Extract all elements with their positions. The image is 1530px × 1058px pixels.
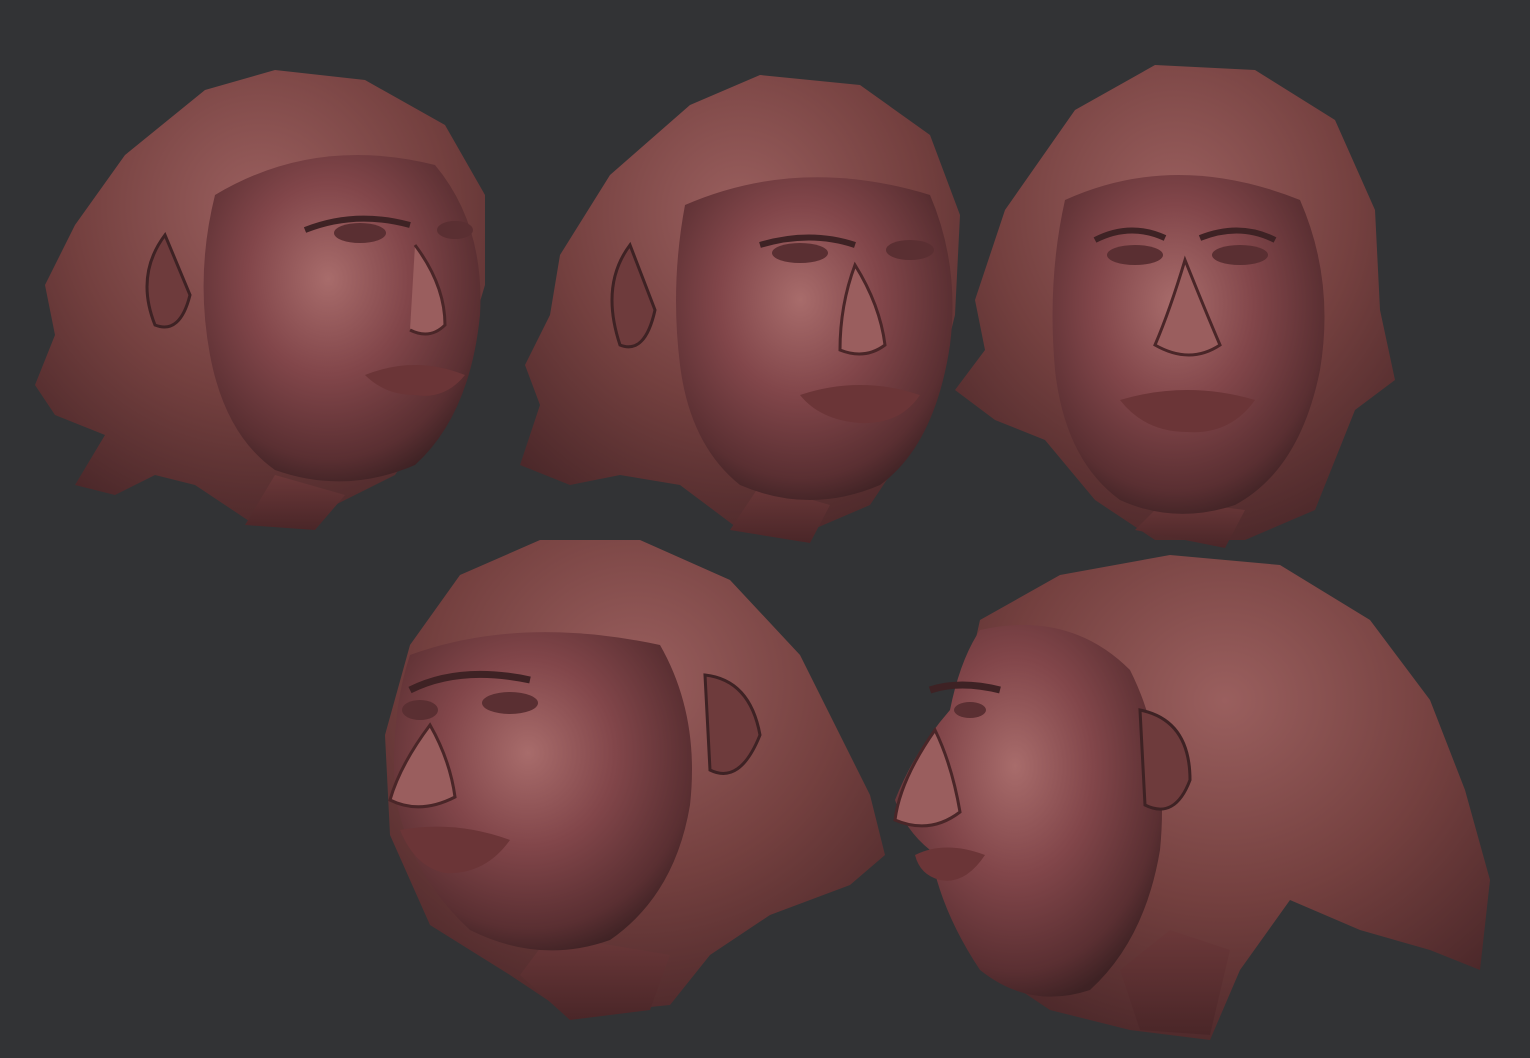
sculpt-head-4: [385, 540, 885, 1020]
sculpt-head-2: [520, 75, 960, 543]
head-render-profile-left: [890, 550, 1500, 1045]
head-render-front: [955, 60, 1400, 550]
head-render-three-quarter-left: [370, 535, 895, 1035]
sculpt-head-3: [955, 65, 1395, 548]
sculpt-head-5: [893, 555, 1490, 1040]
sculpt-head-1: [35, 70, 485, 530]
viewport: [0, 0, 1530, 1058]
head-render-slight-right: [510, 65, 980, 545]
head-render-three-quarter-right: [15, 55, 495, 535]
